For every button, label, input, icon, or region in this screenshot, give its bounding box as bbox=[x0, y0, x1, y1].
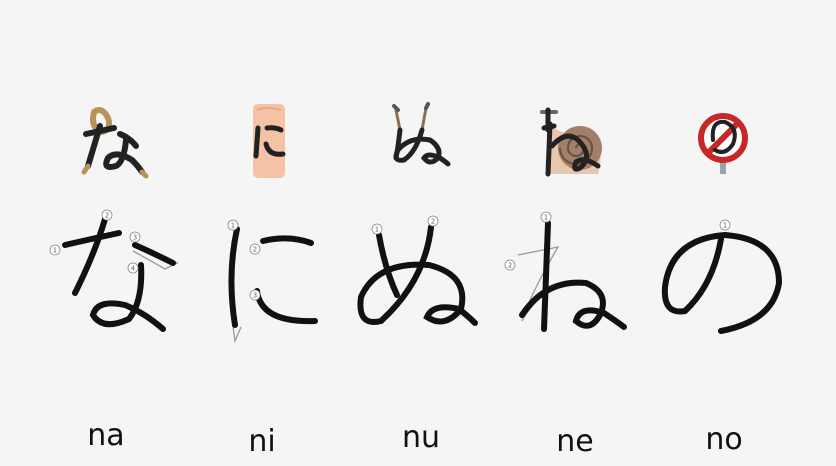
kana-ni-stroke-order: 1 2 3 bbox=[215, 205, 355, 355]
romaji-no: no bbox=[705, 422, 743, 457]
kana-nu-stroke-order: 1 2 bbox=[355, 205, 495, 355]
stroke-number: 3 bbox=[133, 234, 137, 242]
hiragana-n-row-slide: 1 2 3 4 1 2 3 1 2 1 2 1 na ni nu ne no bbox=[0, 0, 836, 466]
kana-na-stroke-order: 1 2 3 4 bbox=[45, 205, 185, 355]
stroke-number: 1 bbox=[53, 247, 57, 255]
stroke-number: 2 bbox=[253, 246, 257, 254]
stroke-number: 4 bbox=[131, 265, 136, 273]
snail-icon bbox=[532, 100, 622, 180]
stroke-number: 1 bbox=[544, 214, 548, 222]
stroke-number: 2 bbox=[508, 262, 512, 270]
stroke-number: 1 bbox=[375, 226, 379, 234]
stroke-number: 1 bbox=[723, 222, 727, 230]
kana-ne-stroke-order: 1 2 bbox=[500, 205, 640, 355]
romaji-ni: ni bbox=[248, 424, 276, 459]
noodles-icon bbox=[380, 100, 470, 180]
stroke-number: 3 bbox=[253, 292, 257, 300]
knee-icon bbox=[225, 100, 315, 180]
stroke-number: 1 bbox=[231, 222, 235, 230]
stroke-number: 2 bbox=[431, 218, 435, 226]
romaji-nu: nu bbox=[401, 420, 441, 455]
stroke-number: 2 bbox=[105, 212, 109, 220]
romaji-ne: ne bbox=[556, 424, 594, 459]
no-sign-icon bbox=[683, 100, 773, 180]
romaji-na: na bbox=[87, 418, 125, 453]
kana-no-stroke-order: 1 bbox=[655, 205, 795, 355]
rope-icon bbox=[72, 100, 162, 180]
